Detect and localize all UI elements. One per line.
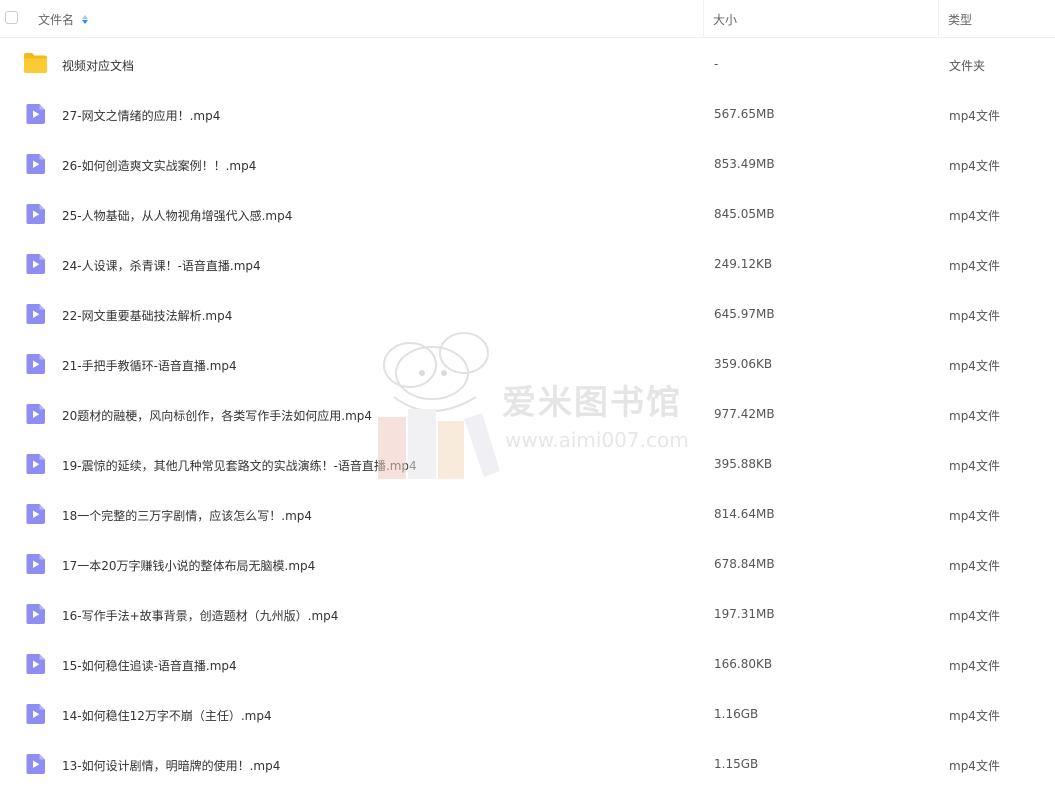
column-header-size[interactable]: 大小 <box>713 11 737 28</box>
column-header-name-label: 文件名 <box>38 13 75 27</box>
file-row[interactable]: 26-如何创造爽文实战案例！！.mp4 853.49MB mp4文件 <box>0 139 1055 189</box>
file-row[interactable]: 17一本20万字赚钱小说的整体布局无脑模.mp4 678.84MB mp4文件 <box>0 539 1055 589</box>
file-row[interactable]: 19-震惊的延续，其他几种常见套路文的实战演练！-语音直播.mp4 395.88K… <box>0 439 1055 489</box>
file-name[interactable]: 25-人物基础，从人物视角增强代入感.mp4 <box>62 207 292 224</box>
select-all-checkbox[interactable] <box>5 11 18 24</box>
file-type: mp4文件 <box>949 159 1000 173</box>
file-list-header: 文件名 大小 类型 <box>0 0 1055 38</box>
file-row[interactable]: 22-网文重要基础技法解析.mp4 645.97MB mp4文件 <box>0 289 1055 339</box>
file-row[interactable]: 15-如何稳住追读-语音直播.mp4 166.80KB mp4文件 <box>0 639 1055 689</box>
video-file-icon <box>25 353 47 378</box>
file-type: mp4文件 <box>949 409 1000 423</box>
file-size: 853.49MB <box>714 157 775 171</box>
video-file-icon <box>25 453 47 478</box>
video-file-icon <box>25 553 47 578</box>
folder-icon <box>23 52 48 77</box>
column-divider[interactable] <box>703 0 704 38</box>
file-row[interactable]: 14-如何稳住12万字不崩（主任）.mp4 1.16GB mp4文件 <box>0 689 1055 739</box>
file-type: mp4文件 <box>949 259 1000 273</box>
file-type: mp4文件 <box>949 359 1000 373</box>
file-name[interactable]: 13-如何设计剧情，明暗牌的使用！.mp4 <box>62 757 280 774</box>
file-size: 395.88KB <box>714 457 773 471</box>
video-file-icon <box>25 653 47 678</box>
file-name[interactable]: 17一本20万字赚钱小说的整体布局无脑模.mp4 <box>62 557 315 574</box>
file-row[interactable]: 16-写作手法+故事背景，创造题材（九州版）.mp4 197.31MB mp4文件 <box>0 589 1055 639</box>
video-file-icon <box>25 203 47 228</box>
file-row[interactable]: 13-如何设计剧情，明暗牌的使用！.mp4 1.15GB mp4文件 <box>0 739 1055 789</box>
file-name[interactable]: 视频对应文档 <box>62 57 134 74</box>
video-file-icon <box>25 103 47 128</box>
file-list-view: 文件名 大小 类型 视频对应文档 - 文件夹 27-网文之情绪的应用！.mp4 567.… <box>0 0 1055 791</box>
video-file-icon <box>25 753 47 778</box>
file-row[interactable]: 25-人物基础，从人物视角增强代入感.mp4 845.05MB mp4文件 <box>0 189 1055 239</box>
file-type: mp4文件 <box>949 109 1000 123</box>
file-name[interactable]: 16-写作手法+故事背景，创造题材（九州版）.mp4 <box>62 607 338 624</box>
file-size: 845.05MB <box>714 207 775 221</box>
file-size: 166.80KB <box>714 657 773 671</box>
file-type: 文件夹 <box>949 59 986 73</box>
file-row[interactable]: 27-网文之情绪的应用！.mp4 567.65MB mp4文件 <box>0 89 1055 139</box>
file-row[interactable]: 20题材的融梗，风向标创作，各类写作手法如何应用.mp4 977.42MB mp4文… <box>0 389 1055 439</box>
file-size: 359.06KB <box>714 357 773 371</box>
video-file-icon <box>25 403 47 428</box>
file-type: mp4文件 <box>949 759 1000 773</box>
video-file-icon <box>25 703 47 728</box>
file-size: 645.97MB <box>714 307 775 321</box>
column-header-type[interactable]: 类型 <box>948 11 972 28</box>
file-row[interactable]: 视频对应文档 - 文件夹 <box>0 39 1055 89</box>
video-file-icon <box>25 503 47 528</box>
file-name[interactable]: 22-网文重要基础技法解析.mp4 <box>62 307 232 324</box>
file-type: mp4文件 <box>949 609 1000 623</box>
file-size: 197.31MB <box>714 607 775 621</box>
video-file-icon <box>25 253 47 278</box>
file-name[interactable]: 24-人设课，杀青课！-语音直播.mp4 <box>62 257 261 274</box>
video-file-icon <box>25 603 47 628</box>
file-size: 567.65MB <box>714 107 775 121</box>
file-size: 814.64MB <box>714 507 775 521</box>
file-size: 249.12KB <box>714 257 773 271</box>
file-rows: 视频对应文档 - 文件夹 27-网文之情绪的应用！.mp4 567.65MB mp4文件 2… <box>0 39 1055 789</box>
file-type: mp4文件 <box>949 559 1000 573</box>
file-type: mp4文件 <box>949 209 1000 223</box>
video-file-icon <box>25 153 47 178</box>
file-size: 1.16GB <box>714 707 759 721</box>
file-name[interactable]: 27-网文之情绪的应用！.mp4 <box>62 107 220 124</box>
file-type: mp4文件 <box>949 509 1000 523</box>
file-type: mp4文件 <box>949 659 1000 673</box>
file-size: 977.42MB <box>714 407 775 421</box>
file-type: mp4文件 <box>949 709 1000 723</box>
file-row[interactable]: 21-手把手教循环-语音直播.mp4 359.06KB mp4文件 <box>0 339 1055 389</box>
file-type: mp4文件 <box>949 309 1000 323</box>
file-name[interactable]: 26-如何创造爽文实战案例！！.mp4 <box>62 157 256 174</box>
file-name[interactable]: 20题材的融梗，风向标创作，各类写作手法如何应用.mp4 <box>62 407 372 424</box>
file-size: 1.15GB <box>714 757 759 771</box>
file-name[interactable]: 14-如何稳住12万字不崩（主任）.mp4 <box>62 707 272 724</box>
file-type: mp4文件 <box>949 459 1000 473</box>
file-name[interactable]: 18一个完整的三万字剧情，应该怎么写！.mp4 <box>62 507 312 524</box>
file-row[interactable]: 24-人设课，杀青课！-语音直播.mp4 249.12KB mp4文件 <box>0 239 1055 289</box>
video-file-icon <box>25 303 47 328</box>
file-name[interactable]: 21-手把手教循环-语音直播.mp4 <box>62 357 237 374</box>
file-name[interactable]: 19-震惊的延续，其他几种常见套路文的实战演练！-语音直播.mp4 <box>62 457 417 474</box>
column-header-name[interactable]: 文件名 <box>38 11 89 28</box>
file-name[interactable]: 15-如何稳住追读-语音直播.mp4 <box>62 657 237 674</box>
file-row[interactable]: 18一个完整的三万字剧情，应该怎么写！.mp4 814.64MB mp4文件 <box>0 489 1055 539</box>
column-divider[interactable] <box>938 0 939 38</box>
file-size: 678.84MB <box>714 557 775 571</box>
file-size: - <box>714 57 719 71</box>
sort-icon[interactable] <box>82 14 89 26</box>
